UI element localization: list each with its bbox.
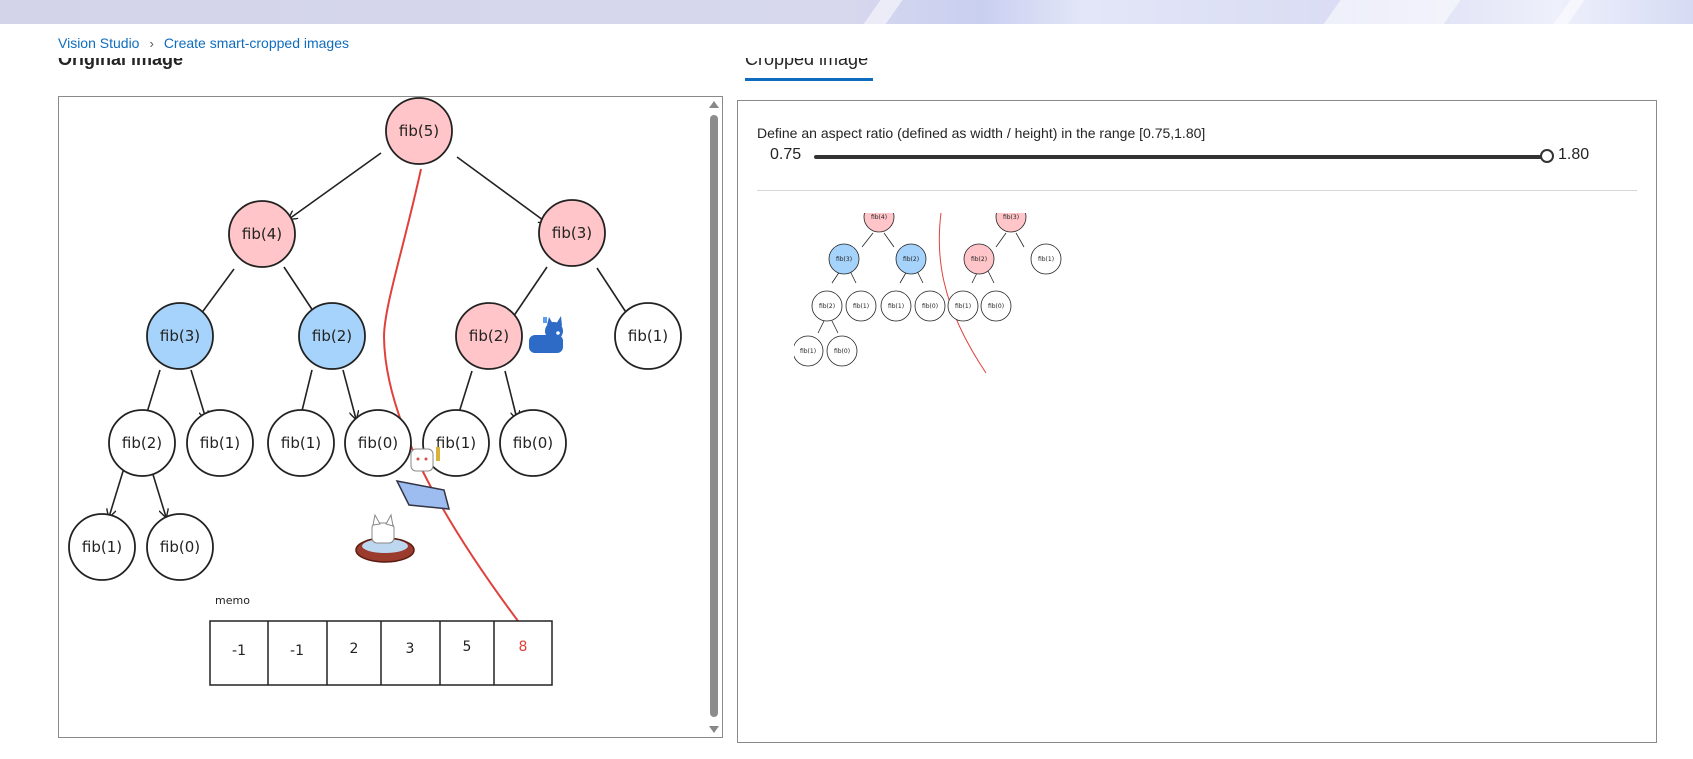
node-label: fib(0) bbox=[834, 348, 850, 355]
node-label: fib(2) bbox=[122, 434, 162, 452]
node-label: fib(1) bbox=[1038, 256, 1054, 263]
node-label: fib(1) bbox=[82, 538, 122, 556]
original-image-panel: fib(5) fib(4) fib(3) fib(3) fib(2) fib(2… bbox=[58, 96, 723, 738]
tab-cropped-image[interactable]: Cropped image bbox=[745, 58, 875, 72]
node-label: fib(1) bbox=[800, 348, 816, 355]
breadcrumb-home-link[interactable]: Vision Studio bbox=[58, 35, 139, 51]
node-label: fib(0) bbox=[160, 538, 200, 556]
node-label: fib(4) bbox=[871, 214, 887, 221]
cropped-image-panel: Define an aspect ratio (defined as width… bbox=[737, 100, 1657, 743]
original-image-heading: Original image bbox=[58, 58, 184, 69]
node-label: fib(4) bbox=[242, 225, 282, 243]
cat-icon bbox=[529, 316, 563, 353]
top-banner bbox=[0, 0, 1693, 24]
node-label: fib(1) bbox=[853, 303, 869, 310]
divider bbox=[757, 190, 1637, 191]
original-image: fib(5) fib(4) fib(3) fib(3) fib(2) fib(2… bbox=[68, 97, 682, 686]
memo-cell-highlight: 8 bbox=[519, 639, 528, 655]
node-label: fib(3) bbox=[552, 224, 592, 242]
memo-cell: 2 bbox=[350, 641, 359, 657]
edge bbox=[342, 369, 356, 419]
memo-red-arrow bbox=[382, 168, 527, 633]
memo-cell: -1 bbox=[290, 643, 304, 659]
node-label: fib(5) bbox=[399, 122, 439, 140]
edge bbox=[190, 369, 206, 419]
chevron-right-icon: › bbox=[149, 35, 154, 51]
node-label: fib(1) bbox=[955, 303, 971, 310]
memo-cell: 3 bbox=[406, 641, 415, 657]
breadcrumb: Vision Studio › Create smart-cropped ima… bbox=[58, 34, 349, 52]
memo-array: -1 -1 2 3 5 8 bbox=[209, 620, 553, 686]
scroll-thumb[interactable] bbox=[710, 115, 718, 717]
memo-cell: -1 bbox=[232, 643, 246, 659]
slider-thumb[interactable] bbox=[1540, 149, 1554, 163]
scroll-down-icon[interactable] bbox=[709, 726, 719, 733]
node-label: fib(3) bbox=[836, 256, 852, 263]
aspect-ratio-description: Define an aspect ratio (defined as width… bbox=[757, 125, 1206, 141]
slider-min-label: 0.75 bbox=[770, 146, 802, 163]
edge bbox=[289, 152, 382, 219]
edge bbox=[456, 156, 547, 223]
node-label: fib(0) bbox=[988, 303, 1004, 310]
memo-label: memo bbox=[215, 594, 250, 607]
node-label: fib(1) bbox=[628, 327, 668, 345]
node-label: fib(2) bbox=[312, 327, 352, 345]
aspect-ratio-slider[interactable] bbox=[814, 155, 1548, 159]
node-label: fib(3) bbox=[1003, 214, 1019, 221]
node-label: fib(0) bbox=[358, 434, 398, 452]
node-label: fib(3) bbox=[160, 327, 200, 345]
node-label: fib(2) bbox=[971, 256, 987, 263]
edge bbox=[109, 467, 125, 517]
memo-cell: 5 bbox=[463, 639, 472, 655]
node-label: fib(0) bbox=[922, 303, 938, 310]
scroll-up-icon[interactable] bbox=[709, 101, 719, 108]
breadcrumb-current-link[interactable]: Create smart-cropped images bbox=[164, 35, 349, 51]
vertical-scrollbar[interactable] bbox=[706, 97, 722, 737]
slider-max-label: 1.80 bbox=[1558, 146, 1590, 163]
tab-active-indicator bbox=[745, 78, 873, 81]
node-label: fib(1) bbox=[200, 434, 240, 452]
node-label: fib(1) bbox=[888, 303, 904, 310]
node-label: fib(2) bbox=[469, 327, 509, 345]
cat-in-basket-icon bbox=[355, 513, 415, 563]
node-label: fib(1) bbox=[436, 434, 476, 452]
edge bbox=[150, 467, 166, 517]
node-label: fib(0) bbox=[513, 434, 553, 452]
node-label: fib(2) bbox=[903, 256, 919, 263]
node-label: fib(2) bbox=[819, 303, 835, 310]
cropped-image: fib(4) fib(3) fib(2) fib(2) fib(1) fib(1… bbox=[794, 213, 1062, 374]
edge bbox=[504, 370, 517, 419]
node-label: fib(1) bbox=[281, 434, 321, 452]
